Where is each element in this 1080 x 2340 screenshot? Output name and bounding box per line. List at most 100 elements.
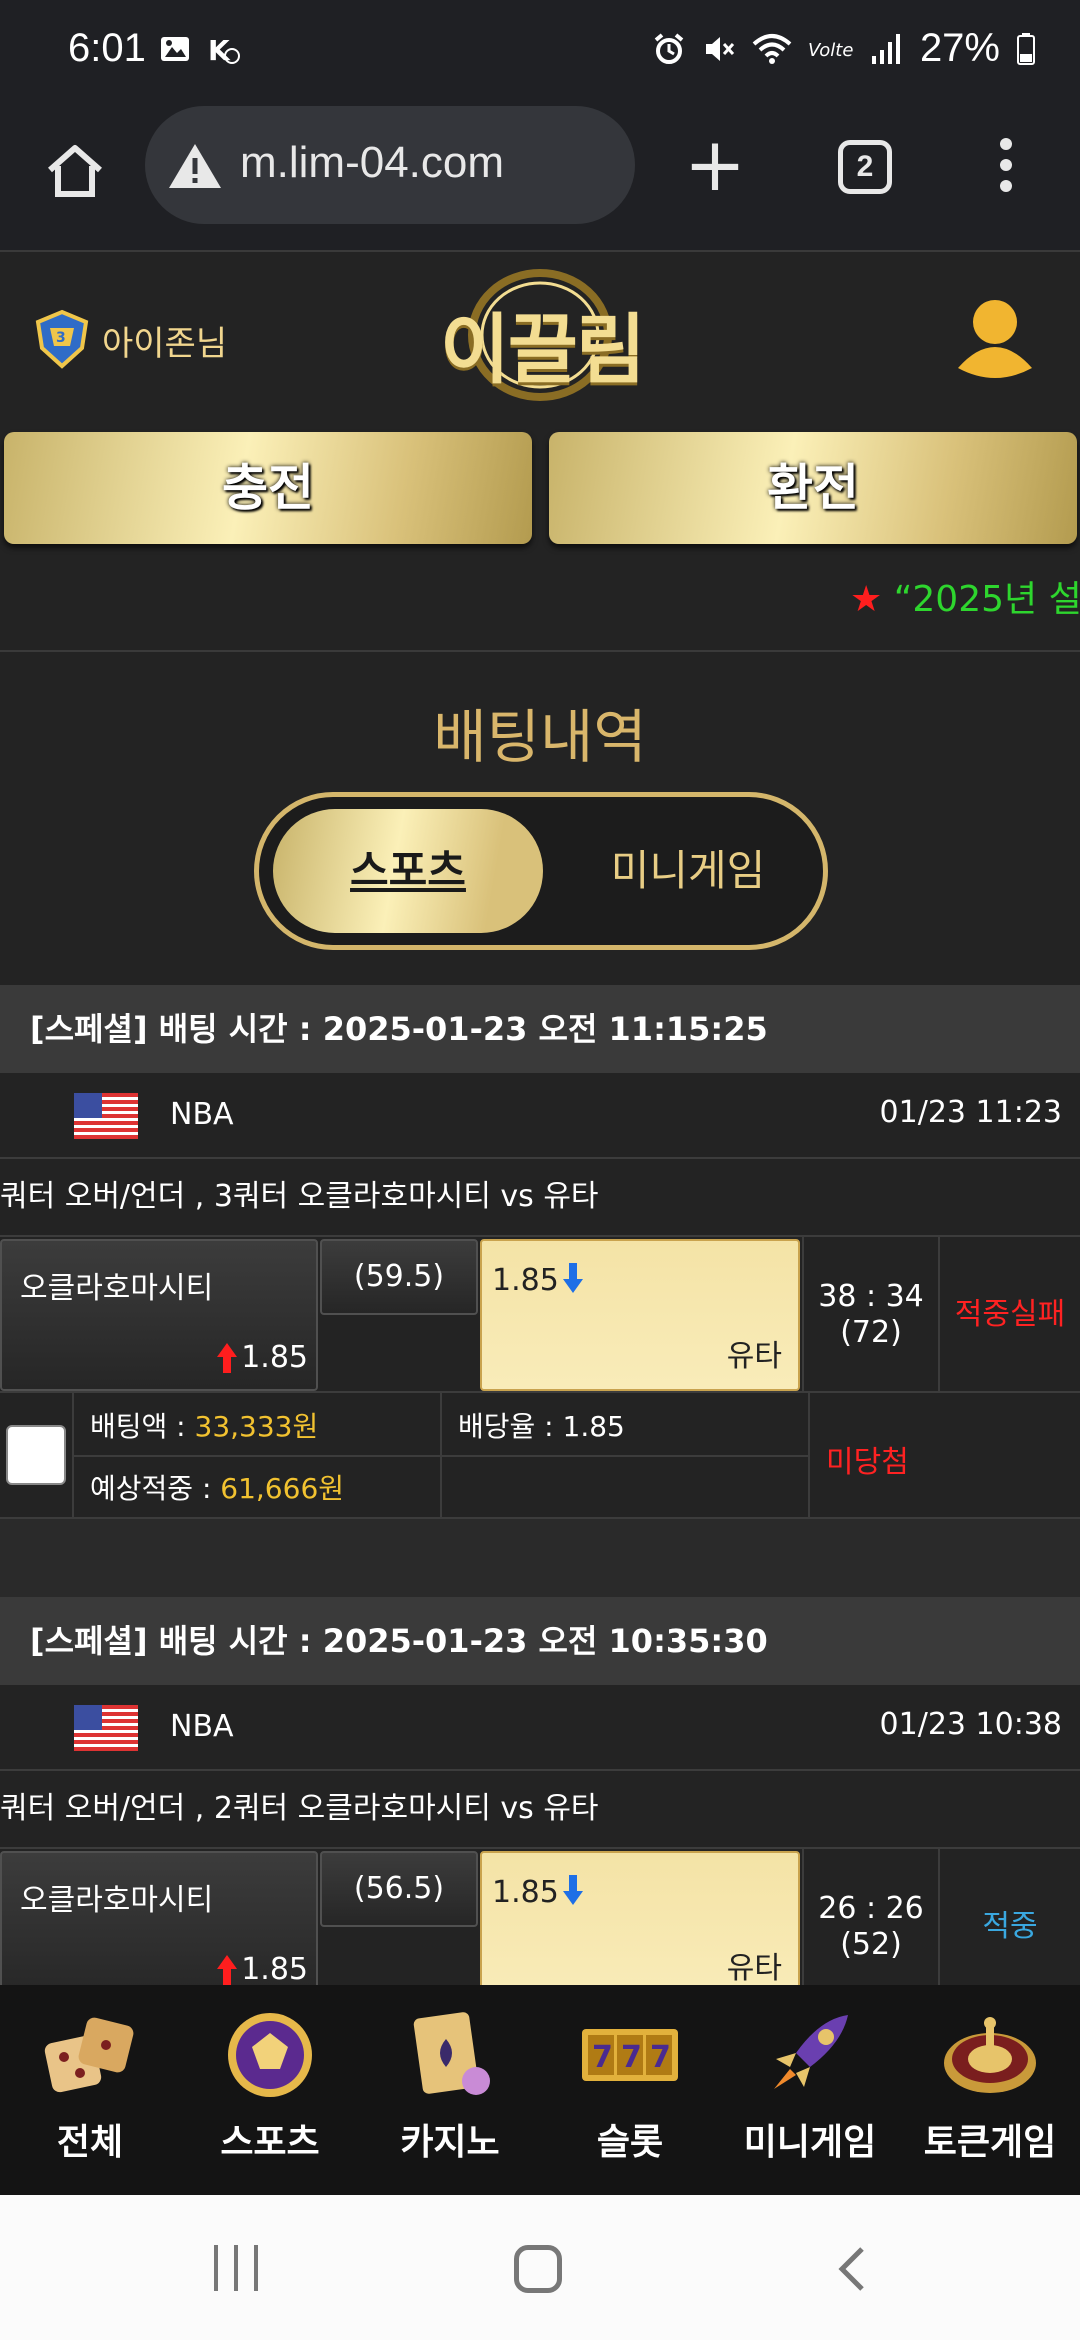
tab-switcher-button[interactable]: 2	[838, 140, 892, 194]
bet-amount-value: 33,333원	[194, 1410, 319, 1443]
svg-text:7: 7	[592, 2040, 613, 2075]
expected-value: 61,666원	[220, 1472, 345, 1505]
category-toggle: 스포츠 미니게임	[254, 792, 828, 950]
result-badge: 적중실패	[954, 1297, 1066, 1332]
score: 26 : 26	[818, 1891, 924, 1926]
home-team: 오클라호마시티	[20, 1883, 214, 1918]
market-description: 쿼터 오버/언더 , 2쿼터 오클라호마시티 vs 유타	[0, 1771, 1080, 1847]
browser-toolbar: m.lim-04.com + 2	[0, 100, 1080, 250]
away-odd: 1.85	[492, 1875, 559, 1910]
mute-icon	[705, 36, 735, 61]
signal-icon	[871, 33, 900, 64]
bet-amount: 배팅액 : 33,333원	[90, 1405, 318, 1445]
arrow-up-icon	[217, 1343, 237, 1373]
tab-minigame[interactable]: 미니게임	[563, 809, 813, 933]
score-total: (72)	[840, 1315, 902, 1350]
roulette-icon	[944, 2017, 1036, 2093]
league-row: NBA 01/23 11:23	[0, 1073, 1080, 1159]
us-flag-icon	[74, 1093, 138, 1139]
warning-icon[interactable]	[167, 142, 223, 190]
away-odd: 1.85	[492, 1263, 559, 1298]
page-title: 배팅내역	[433, 703, 647, 771]
home-odds-cell: 오클라호마시티 1.85	[0, 1239, 318, 1391]
nav-casino[interactable]: 카지노	[360, 1985, 540, 2195]
nav-label: 슬롯	[596, 2122, 664, 2163]
nav-minigame[interactable]: 미니게임	[720, 1985, 900, 2195]
league-name: NBA	[170, 1097, 234, 1132]
alarm-icon	[654, 32, 684, 64]
result-badge: 적중	[982, 1909, 1038, 1944]
score-total: (52)	[840, 1927, 902, 1962]
away-odds-cell-selected: 1.85 유타	[480, 1851, 800, 2003]
divider	[808, 1393, 810, 1519]
line-cell: (59.5)	[320, 1239, 478, 1315]
select-checkbox[interactable]	[6, 1425, 66, 1485]
market-description: 쿼터 오버/언더 , 3쿼터 오클라호마시티 vs 유타	[0, 1159, 1080, 1235]
rocket-icon	[774, 2015, 848, 2089]
slot-777-icon: 777	[582, 2029, 678, 2081]
new-tab-button[interactable]: +	[684, 128, 746, 202]
nav-token-game[interactable]: 토큰게임	[900, 1985, 1080, 2195]
nav-slot[interactable]: 777 슬롯	[540, 1985, 720, 2195]
username: 아이존님	[102, 323, 228, 364]
marquee-text: “2025년 설날	[893, 579, 1080, 620]
away-team: 유타	[726, 1951, 782, 1986]
svg-text:7: 7	[621, 2040, 642, 2075]
expected-win: 예상적중 : 61,666원	[90, 1467, 344, 1507]
line-cell: (56.5)	[320, 1851, 478, 1927]
profile-icon[interactable]	[954, 296, 1036, 386]
volte-icon: Volte	[808, 40, 853, 61]
score: 38 : 34	[818, 1279, 924, 1314]
wifi-icon	[752, 33, 792, 64]
bet-amount-label: 배팅액 :	[90, 1410, 195, 1443]
tab-sports[interactable]: 스포츠	[273, 809, 543, 933]
battery-icon	[1017, 32, 1035, 65]
tab-sports-label: 스포츠	[350, 846, 466, 895]
home-team: 오클라호마시티	[20, 1271, 214, 1306]
charge-button[interactable]: 충전	[4, 432, 532, 544]
system-nav-bar	[0, 2195, 1080, 2340]
nav-sports[interactable]: 스포츠	[180, 1985, 360, 2195]
url-text[interactable]: m.lim-04.com	[240, 138, 504, 188]
nav-all[interactable]: 전체	[0, 1985, 180, 2195]
soccer-ball-icon	[228, 2013, 312, 2097]
more-menu-icon[interactable]	[1000, 138, 1018, 201]
nav-label: 토큰게임	[923, 2122, 1057, 2163]
divider	[72, 1455, 808, 1457]
bottom-nav: 전체 스포츠 카지노 777 슬롯 미니게임 토큰게임	[0, 1985, 1080, 2195]
home-odds-cell: 오클라호마시티 1.85	[0, 1851, 318, 2003]
odds-row: 오클라호마시티 1.85 (59.5) 1.85 유타 38 : 34 (72)…	[0, 1235, 1080, 1393]
gallery-icon	[161, 37, 189, 61]
home-odd: 1.85	[241, 1952, 308, 1987]
arrow-up-icon	[217, 1955, 237, 1985]
user-info[interactable]: 3 아이존님	[30, 308, 227, 372]
nav-label: 미니게임	[743, 2122, 877, 2163]
nav-label: 전체	[56, 2122, 124, 2163]
back-icon[interactable]	[830, 2245, 878, 2293]
bet-header: [스페셜] 배팅 시간 : 2025-01-23 오전 11:15:25	[0, 985, 1080, 1073]
bet-status: 미당첨	[826, 1445, 909, 1480]
league-row: NBA 01/23 10:38	[0, 1685, 1080, 1771]
cards-icon	[413, 2012, 490, 2095]
star-icon: ★	[850, 579, 883, 620]
battery-percent: 27%	[919, 26, 1000, 70]
arrow-down-icon	[563, 1263, 583, 1293]
home-icon[interactable]	[40, 136, 110, 206]
status-bar: 6:01 K Volte 27%	[0, 0, 1080, 100]
score-cell: 38 : 34 (72)	[802, 1237, 940, 1393]
us-flag-icon	[74, 1705, 138, 1751]
game-time: 01/23 11:23	[879, 1095, 1062, 1130]
away-team: 유타	[726, 1339, 782, 1374]
system-indicators: Volte 27%	[652, 26, 1036, 71]
home-button[interactable]	[514, 2245, 562, 2293]
notice-marquee[interactable]: ★ “2025년 설날	[850, 570, 1080, 622]
site-logo[interactable]: 이끌림	[430, 260, 650, 410]
betting-history-section: 배팅내역 스포츠 미니게임	[0, 650, 1080, 985]
recents-button[interactable]	[214, 2245, 258, 2291]
address-bar[interactable]: m.lim-04.com	[145, 106, 635, 224]
notification-icons: K	[158, 32, 240, 66]
nav-label: 스포츠	[220, 2122, 320, 2163]
exchange-button[interactable]: 환전	[549, 432, 1077, 544]
vpn-key-icon: K	[208, 34, 240, 66]
odds-rate: 배당율 : 1.85	[458, 1410, 625, 1443]
